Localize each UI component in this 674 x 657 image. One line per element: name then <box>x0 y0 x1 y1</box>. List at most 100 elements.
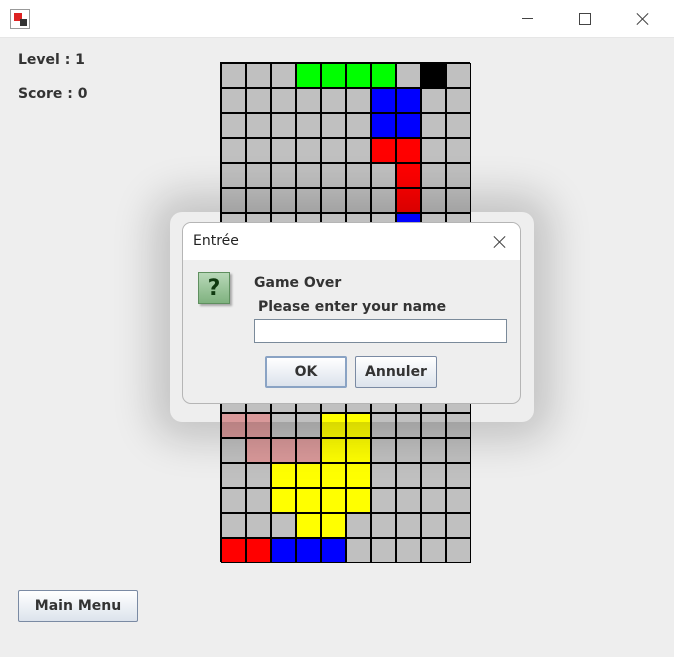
board-cell <box>446 538 471 563</box>
board-cell <box>271 138 296 163</box>
board-cell <box>346 463 371 488</box>
board-cell <box>271 188 296 213</box>
board-cell <box>271 113 296 138</box>
board-cell <box>221 463 246 488</box>
board-cell <box>296 88 321 113</box>
board-cell <box>296 188 321 213</box>
board-cell <box>446 188 471 213</box>
name-prompt: Please enter your name <box>258 299 447 315</box>
board-cell <box>396 138 421 163</box>
board-cell <box>446 463 471 488</box>
board-cell <box>321 463 346 488</box>
board-cell <box>271 163 296 188</box>
dialog-title-bar: Entrée <box>183 223 520 260</box>
board-cell <box>446 438 471 463</box>
board-cell <box>296 438 321 463</box>
board-cell <box>346 163 371 188</box>
board-cell <box>396 88 421 113</box>
board-cell <box>321 538 346 563</box>
board-cell <box>221 513 246 538</box>
dialog-close-button[interactable] <box>483 228 517 256</box>
board-cell <box>246 113 271 138</box>
board-cell <box>221 538 246 563</box>
board-cell <box>321 113 346 138</box>
board-cell <box>296 138 321 163</box>
board-cell <box>321 88 346 113</box>
minimize-icon <box>521 18 533 19</box>
board-cell <box>246 488 271 513</box>
board-cell <box>296 163 321 188</box>
board-cell <box>246 538 271 563</box>
board-cell <box>346 63 371 88</box>
question-icon: ? <box>198 272 230 304</box>
board-cell <box>271 413 296 438</box>
board-cell <box>396 113 421 138</box>
board-cell <box>296 538 321 563</box>
name-input[interactable] <box>254 319 507 343</box>
board-cell <box>396 438 421 463</box>
board-cell <box>271 538 296 563</box>
board-cell <box>221 413 246 438</box>
board-cell <box>346 113 371 138</box>
board-cell <box>271 63 296 88</box>
board-cell <box>346 88 371 113</box>
board-cell <box>421 88 446 113</box>
board-cell <box>246 413 271 438</box>
board-cell <box>296 413 321 438</box>
board-cell <box>221 88 246 113</box>
level-label: Level : 1 <box>18 52 85 68</box>
board-cell <box>246 513 271 538</box>
board-cell <box>246 88 271 113</box>
board-cell <box>421 513 446 538</box>
board-cell <box>371 63 396 88</box>
board-cell <box>396 538 421 563</box>
board-cell <box>271 488 296 513</box>
java-app-icon <box>10 9 30 29</box>
window-close-button[interactable] <box>620 0 666 37</box>
board-cell <box>371 413 396 438</box>
board-cell <box>321 163 346 188</box>
board-cell <box>271 513 296 538</box>
board-cell <box>371 438 396 463</box>
board-cell <box>346 138 371 163</box>
board-cell <box>446 63 471 88</box>
board-cell <box>221 163 246 188</box>
board-cell <box>271 88 296 113</box>
board-cell <box>421 163 446 188</box>
board-cell <box>421 113 446 138</box>
board-cell <box>346 488 371 513</box>
board-cell <box>221 138 246 163</box>
board-cell <box>346 438 371 463</box>
board-cell <box>296 113 321 138</box>
board-cell <box>221 438 246 463</box>
cancel-button[interactable]: Annuler <box>355 356 437 388</box>
board-cell <box>396 163 421 188</box>
board-cell <box>446 138 471 163</box>
board-cell <box>246 163 271 188</box>
close-icon <box>636 12 650 26</box>
board-cell <box>371 163 396 188</box>
board-cell <box>346 538 371 563</box>
maximize-button[interactable] <box>562 0 608 37</box>
maximize-icon <box>579 12 591 25</box>
ok-button[interactable]: OK <box>265 356 347 388</box>
score-label: Score : 0 <box>18 86 88 102</box>
board-cell <box>421 138 446 163</box>
board-cell <box>421 488 446 513</box>
board-cell <box>446 163 471 188</box>
board-cell <box>221 488 246 513</box>
board-cell <box>396 463 421 488</box>
board-cell <box>421 413 446 438</box>
main-menu-button[interactable]: Main Menu <box>18 590 138 622</box>
board-cell <box>296 63 321 88</box>
game-over-heading: Game Over <box>254 275 342 291</box>
board-cell <box>421 438 446 463</box>
board-cell <box>296 488 321 513</box>
board-cell <box>446 488 471 513</box>
board-cell <box>221 188 246 213</box>
board-cell <box>271 463 296 488</box>
close-icon <box>493 235 507 249</box>
minimize-button[interactable] <box>504 0 550 37</box>
board-cell <box>321 438 346 463</box>
board-cell <box>396 513 421 538</box>
